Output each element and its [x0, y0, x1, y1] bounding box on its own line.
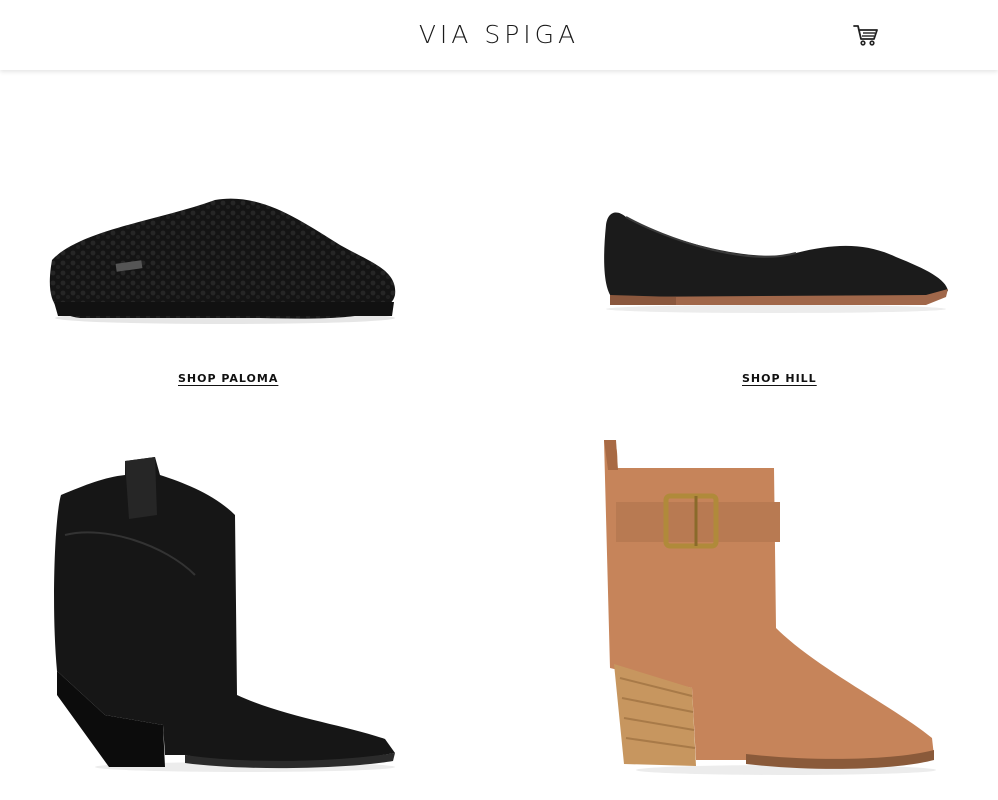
product-tile-western-boot[interactable] [45, 455, 405, 775]
flat-shoe-image [604, 212, 948, 313]
product-tile-buckle-bootie[interactable] [596, 438, 946, 778]
site-header: VIA SPIGA [0, 0, 998, 70]
shop-hill-link[interactable]: SHOP HILL [742, 372, 817, 385]
brand-logo[interactable]: VIA SPIGA [0, 20, 998, 49]
shopping-cart-icon[interactable] [852, 22, 880, 48]
product-tile-paloma[interactable] [40, 190, 410, 330]
buckle-bootie-image [604, 440, 936, 775]
western-boot-image [54, 457, 396, 772]
shop-paloma-link[interactable]: SHOP PALOMA [178, 372, 278, 385]
slipper-image [49, 198, 396, 324]
product-tile-hill[interactable] [596, 205, 956, 315]
